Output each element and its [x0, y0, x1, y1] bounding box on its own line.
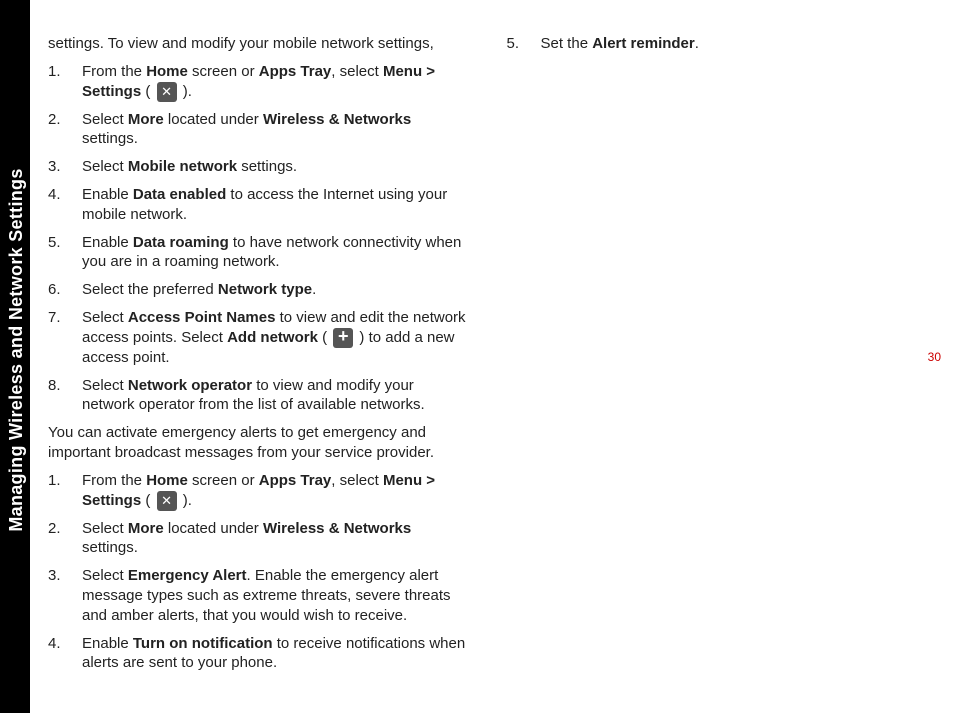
step-text: Select the preferred Network type. — [82, 280, 467, 300]
step-number: 3. — [48, 566, 82, 625]
step-text: Select More located under Wireless & Net… — [82, 519, 467, 559]
page-number: 30 — [928, 350, 941, 364]
step-text: Select Access Point Names to view and ed… — [82, 308, 467, 368]
page-content: settings. To view and modify your mobile… — [48, 34, 925, 684]
step-text: Enable Data enabled to access the Intern… — [82, 185, 467, 225]
step-number: 4. — [48, 634, 82, 674]
list-item: 5. Set the Alert reminder. — [507, 34, 926, 54]
list-item: 8. Select Network operator to view and m… — [48, 376, 467, 416]
step-number: 4. — [48, 185, 82, 225]
step-number: 8. — [48, 376, 82, 416]
plus-icon — [333, 328, 353, 348]
list-item: 7. Select Access Point Names to view and… — [48, 308, 467, 368]
step-number: 3. — [48, 157, 82, 177]
step-text: Select More located under Wireless & Net… — [82, 110, 467, 150]
list-item: 6. Select the preferred Network type. — [48, 280, 467, 300]
step-number: 2. — [48, 110, 82, 150]
steps-list-1: 1. From the Home screen or Apps Tray, se… — [48, 62, 467, 415]
list-item: 3. Select Emergency Alert. Enable the em… — [48, 566, 467, 625]
sidebar-section-label-text: Managing Wireless and Network Settings — [6, 168, 27, 531]
step-number: 1. — [48, 471, 82, 511]
step-number: 1. — [48, 62, 82, 102]
step-text: Enable Data roaming to have network conn… — [82, 233, 467, 273]
list-item: 2. Select More located under Wireless & … — [48, 110, 467, 150]
step-number: 5. — [507, 34, 541, 54]
intro-paragraph-1: settings. To view and modify your mobile… — [48, 34, 467, 54]
intro-paragraph-2: You can activate emergency alerts to get… — [48, 423, 467, 463]
step-text: Select Emergency Alert. Enable the emerg… — [82, 566, 467, 625]
step-text: Enable Turn on notification to receive n… — [82, 634, 467, 674]
step-text: Set the Alert reminder. — [541, 34, 926, 54]
list-item: 4. Enable Data enabled to access the Int… — [48, 185, 467, 225]
step-text: From the Home screen or Apps Tray, selec… — [82, 471, 467, 511]
list-item: 3. Select Mobile network settings. — [48, 157, 467, 177]
settings-icon — [157, 491, 177, 511]
step-number: 7. — [48, 308, 82, 368]
list-item: 2. Select More located under Wireless & … — [48, 519, 467, 559]
step-text: Select Mobile network settings. — [82, 157, 467, 177]
list-item: 5. Enable Data roaming to have network c… — [48, 233, 467, 273]
list-item: 1. From the Home screen or Apps Tray, se… — [48, 471, 467, 511]
settings-icon — [157, 82, 177, 102]
step-number: 2. — [48, 519, 82, 559]
list-item: 1. From the Home screen or Apps Tray, se… — [48, 62, 467, 102]
step-text: Select Network operator to view and modi… — [82, 376, 467, 416]
step-number: 6. — [48, 280, 82, 300]
sidebar-section-label: Managing Wireless and Network Settings — [6, 0, 27, 350]
step-number: 5. — [48, 233, 82, 273]
list-item: 4. Enable Turn on notification to receiv… — [48, 634, 467, 674]
step-text: From the Home screen or Apps Tray, selec… — [82, 62, 467, 102]
